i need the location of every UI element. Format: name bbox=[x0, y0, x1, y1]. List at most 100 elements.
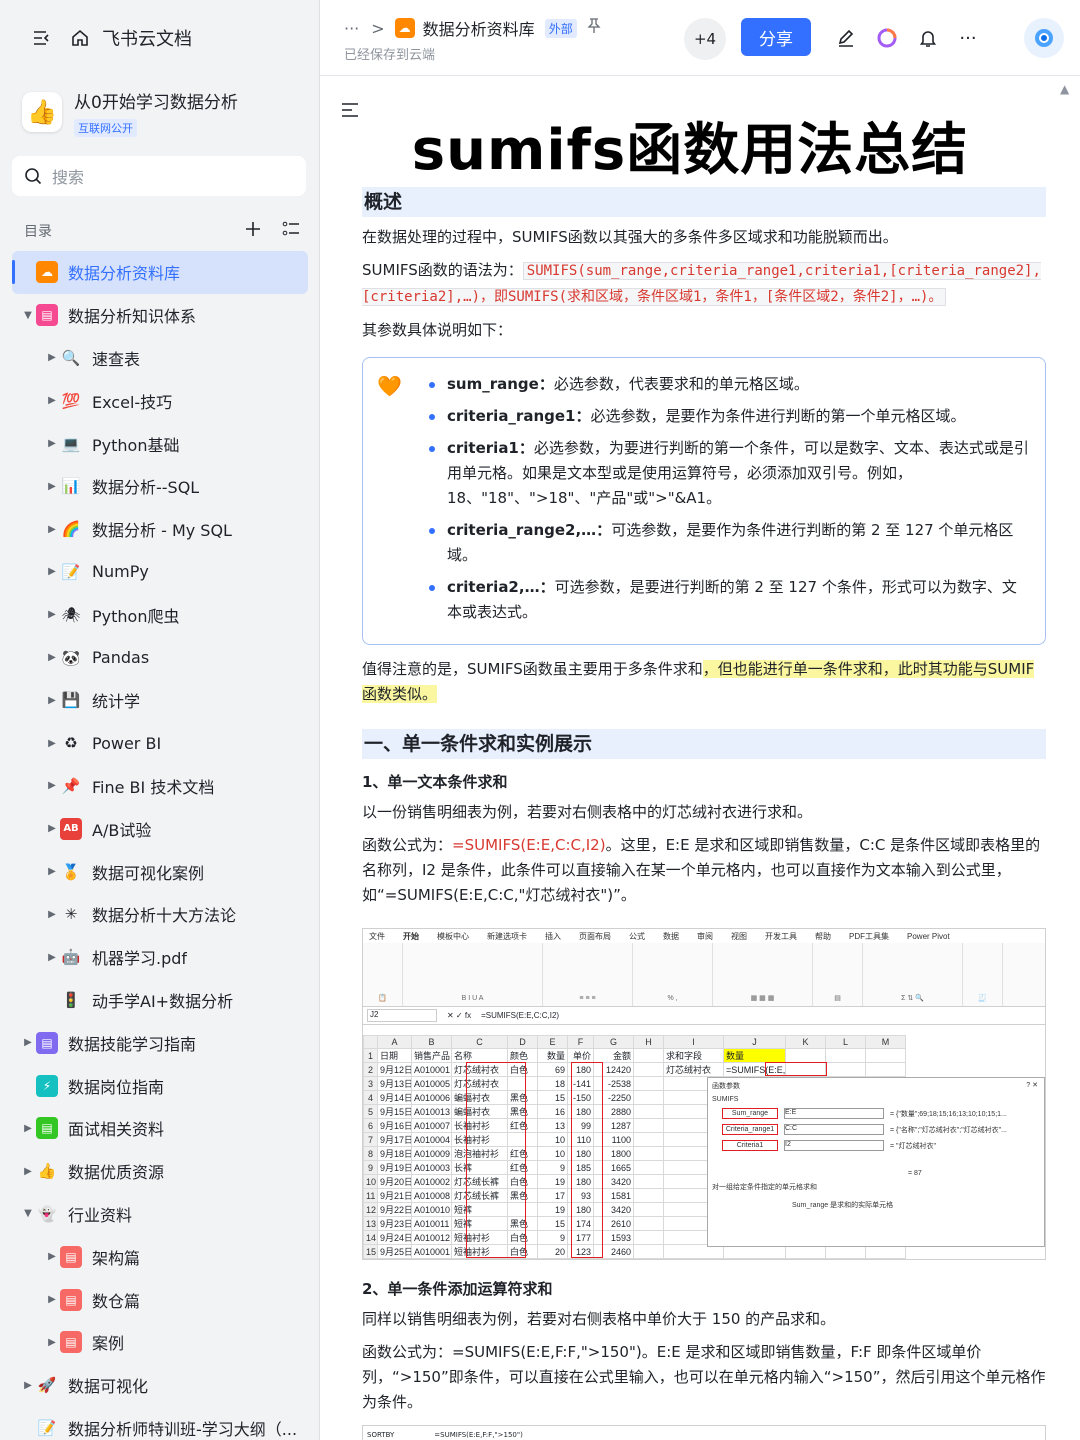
scroll-up-arrow[interactable]: ▲ bbox=[1060, 82, 1069, 96]
sidebar-item-label: 行业资料 bbox=[68, 1205, 133, 1225]
chevron-right-icon[interactable]: ▶ bbox=[44, 780, 60, 791]
brand-name[interactable]: 飞书云文档 bbox=[102, 25, 192, 51]
table-cell bbox=[825, 1048, 866, 1063]
chevron-right-icon[interactable]: ▶ bbox=[44, 866, 60, 877]
sidebar-item[interactable]: ⚡ 数据岗位指南 bbox=[0, 1064, 319, 1107]
edit-icon[interactable] bbox=[834, 26, 858, 50]
sidebar-item[interactable]: ▶ ▤ 案例 bbox=[0, 1321, 319, 1364]
sidebar-item[interactable]: 📝 数据分析师特训班-学习大纲（... bbox=[0, 1407, 319, 1440]
collaborators-count[interactable]: +4 bbox=[684, 18, 726, 60]
chevron-right-icon[interactable]: ▶ bbox=[44, 823, 60, 834]
subheading-operator-condition: 2、单一条件添加运算符求和 bbox=[362, 1280, 553, 1298]
top-header: ··· > ☁ 数据分析资料库 外部 已经保存到云端 +4 分享 ··· bbox=[320, 0, 1080, 76]
ai-assistant-icon[interactable] bbox=[875, 26, 899, 50]
breadcrumb-more[interactable]: ··· bbox=[344, 19, 359, 38]
table-cell: A010002 bbox=[411, 1174, 452, 1189]
param-item: criteria2,…：可选参数，是要进行判断的第 2 至 127 个条件，形式… bbox=[429, 575, 1031, 625]
list-view-icon[interactable] bbox=[282, 219, 300, 244]
chevron-right-icon[interactable]: ▶ bbox=[44, 695, 60, 706]
table-cell: D bbox=[507, 1035, 538, 1049]
sidebar-item[interactable]: ▶ AB A/B试验 bbox=[0, 807, 319, 850]
sidebar-item[interactable]: ▶ ▤ 数据技能学习指南 bbox=[0, 1021, 319, 1064]
table-cell bbox=[633, 1132, 664, 1147]
chevron-right-icon[interactable]: ▶ bbox=[44, 395, 60, 406]
chevron-right-icon[interactable]: ▶ bbox=[20, 1037, 36, 1048]
table-cell: F bbox=[567, 1035, 594, 1049]
chevron-right-icon[interactable]: ▶ bbox=[44, 1251, 60, 1262]
chevron-right-icon[interactable]: ▶ bbox=[44, 438, 60, 449]
table-cell: 108 bbox=[567, 1258, 594, 1259]
sidebar-item[interactable]: ▶ 💯 Excel-技巧 bbox=[0, 379, 319, 422]
bell-icon[interactable] bbox=[916, 26, 940, 50]
sidebar-item[interactable]: ▶ 🐼 Pandas bbox=[0, 636, 319, 679]
sidebar-item[interactable]: ▶ 🏅 数据可视化案例 bbox=[0, 850, 319, 893]
sidebar-item[interactable]: ▶ ✳ 数据分析十大方法论 bbox=[0, 893, 319, 936]
sidebar-item[interactable]: ▶ 🤖 机器学习.pdf bbox=[0, 936, 319, 979]
pin-icon[interactable] bbox=[587, 18, 601, 38]
sidebar-item[interactable]: ☁ 数据分析资料库 bbox=[12, 251, 308, 294]
add-icon[interactable] bbox=[244, 219, 262, 244]
sidebar-item[interactable]: ▶ 🕷 Python爬虫 bbox=[0, 593, 319, 636]
breadcrumb-doc-name[interactable]: 数据分析资料库 bbox=[423, 16, 535, 40]
share-button[interactable]: 分享 bbox=[741, 18, 811, 56]
chevron-down-icon[interactable]: ▼ bbox=[20, 310, 36, 321]
chevron-right-icon[interactable]: ▶ bbox=[20, 1380, 36, 1391]
chevron-right-icon[interactable]: ▶ bbox=[44, 952, 60, 963]
excel-tab: Power Pivot bbox=[907, 931, 950, 941]
sidebar-item[interactable]: ▼ 👻 行业资料 bbox=[0, 1193, 319, 1236]
sidebar-item[interactable]: ▶ 👍 数据优质资源 bbox=[0, 1150, 319, 1193]
excel-formula-bar: J2 ✕ ✓ fx =SUMIFS(E:E,C:C,I2) bbox=[363, 1007, 1045, 1025]
chevron-right-icon[interactable]: ▶ bbox=[44, 1294, 60, 1305]
sidebar-item[interactable]: ▶ 🔍 速查表 bbox=[0, 337, 319, 380]
table-cell: B bbox=[411, 1035, 452, 1049]
chevron-right-icon[interactable]: ▶ bbox=[44, 909, 60, 920]
sidebar-item[interactable]: ▼ ▤ 数据分析知识体系 bbox=[0, 294, 319, 337]
robot-emoji-icon: 🤖 bbox=[61, 948, 81, 967]
chevron-right-icon[interactable]: ▶ bbox=[44, 609, 60, 620]
more-icon[interactable]: ··· bbox=[956, 26, 980, 50]
table-row: 169月26日A010005泡泡袖衬衫粉色131081404 bbox=[363, 1258, 906, 1259]
sidebar-item[interactable]: 🚦 动手学AI+数据分析 bbox=[0, 979, 319, 1022]
chevron-right-icon[interactable]: ▶ bbox=[20, 1123, 36, 1134]
chevron-right-icon[interactable]: ▶ bbox=[44, 738, 60, 749]
params-list: sum_range：必选参数，代表要求和的单元格区域。 criteria_rang… bbox=[429, 372, 1031, 625]
sidebar-item[interactable]: ▶ ▤ 架构篇 bbox=[0, 1235, 319, 1278]
sidebar-item[interactable]: ▶ 💻 Python基础 bbox=[0, 422, 319, 465]
chevron-right-icon[interactable]: ▶ bbox=[44, 524, 60, 535]
chevron-right-icon[interactable]: ▶ bbox=[44, 652, 60, 663]
excel-tab: 公式 bbox=[629, 931, 645, 941]
space-header[interactable]: 👍 从0开始学习数据分析 互联网公开 bbox=[22, 84, 312, 140]
collapse-sidebar-icon[interactable] bbox=[30, 26, 54, 50]
chevron-right-icon[interactable]: ▶ bbox=[20, 1166, 36, 1177]
sidebar-item[interactable]: ▶ ▤ 面试相关资料 bbox=[0, 1107, 319, 1150]
sidebar-item[interactable]: ▶ 🚀 数据可视化 bbox=[0, 1364, 319, 1407]
search-input[interactable]: 搜索 bbox=[12, 156, 306, 196]
table-cell: 9月13日 bbox=[377, 1076, 412, 1091]
sidebar-item[interactable]: ▶ ♻ Power BI bbox=[0, 722, 319, 765]
chevron-right-icon[interactable]: ▶ bbox=[44, 481, 60, 492]
avatar[interactable] bbox=[1024, 18, 1064, 58]
space-tag: 互联网公开 bbox=[74, 118, 137, 137]
chevron-down-icon[interactable]: ▼ bbox=[20, 1208, 36, 1219]
table-cell: C bbox=[451, 1035, 508, 1049]
excel-name-box: J2 bbox=[367, 1009, 437, 1022]
table-cell: 1 bbox=[363, 1048, 378, 1063]
sidebar-item[interactable]: ▶ ▤ 数仓篇 bbox=[0, 1278, 319, 1321]
table-cell: 13 bbox=[363, 1216, 378, 1231]
chevron-right-icon[interactable]: ▶ bbox=[44, 1337, 60, 1348]
chevron-right-icon[interactable]: ▶ bbox=[44, 566, 60, 577]
traffic-light-emoji-icon: 🚦 bbox=[61, 990, 81, 1009]
table-cell: 12 bbox=[363, 1202, 378, 1217]
sidebar-item[interactable]: ▶ 🌈 数据分析 - My SQL bbox=[0, 508, 319, 551]
rainbow-emoji-icon: 🌈 bbox=[61, 520, 81, 539]
chevron-right-icon[interactable]: ▶ bbox=[44, 352, 60, 363]
table-cell bbox=[785, 1258, 826, 1259]
sidebar-item[interactable]: ▶ 📝 NumPy bbox=[0, 551, 319, 594]
sidebar-item[interactable]: ▶ 💾 统计学 bbox=[0, 679, 319, 722]
sidebar-item[interactable]: ▶ 📊 数据分析--SQL bbox=[0, 465, 319, 508]
home-icon[interactable] bbox=[68, 26, 92, 50]
excel-tab: 文件 bbox=[369, 931, 385, 941]
document-body: sumifs函数用法总结 概述 在数据处理的过程中，SUMIFS函数以其强大的多… bbox=[320, 77, 1060, 1440]
sidebar-item[interactable]: ▶ 📌 Fine BI 技术文档 bbox=[0, 765, 319, 808]
dialog-row-sum-range: Sum_range E:E = {"数量";69;18;15;16;13;10;… bbox=[722, 1108, 1007, 1119]
